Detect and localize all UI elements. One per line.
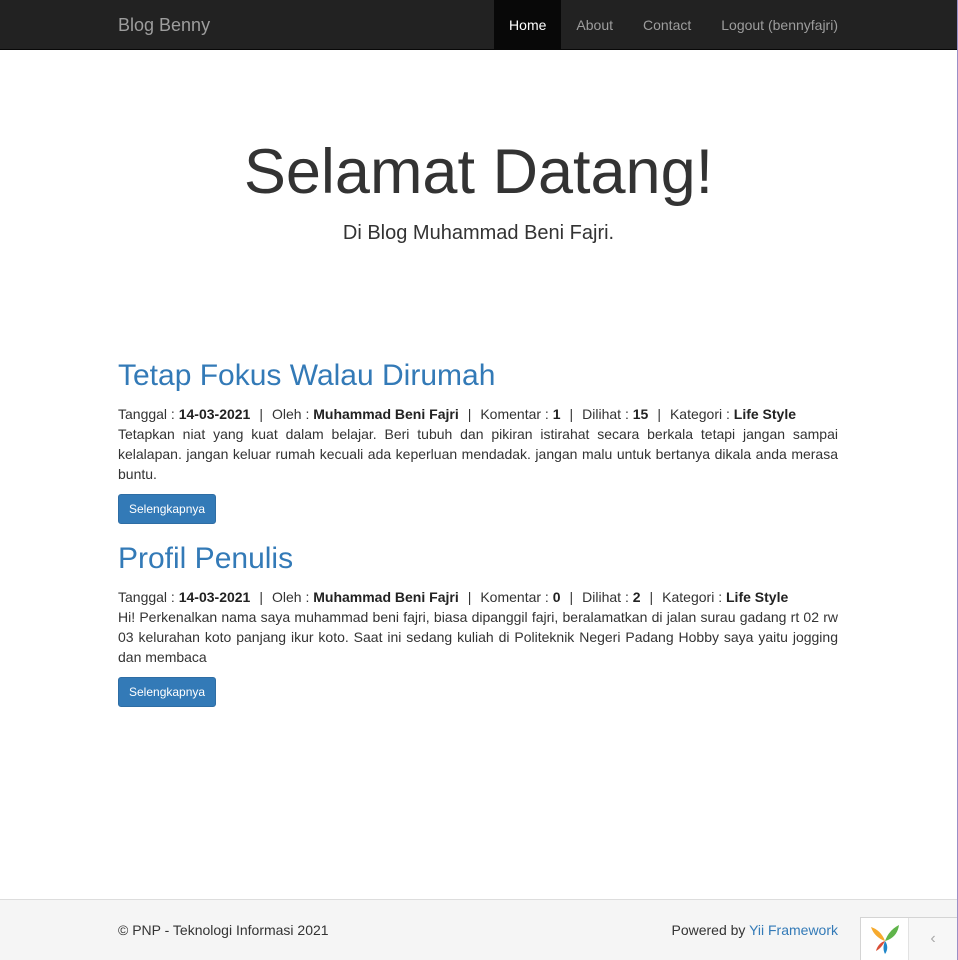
nav-about[interactable]: About — [561, 0, 628, 50]
meta-oleh-label: Oleh : — [271, 406, 310, 422]
meta-komentar-label: Komentar : — [480, 589, 549, 605]
meta-tanggal-label: Tanggal : — [118, 406, 175, 422]
read-more-button[interactable]: Selengkapnya — [118, 494, 217, 524]
meta-oleh: Muhammad Beni Fajri — [313, 589, 459, 605]
nav-home[interactable]: Home — [494, 0, 562, 50]
meta-tanggal: 14-03-2021 — [178, 406, 251, 422]
meta-kategori-label: Kategori : — [669, 406, 730, 422]
meta-separator: | — [649, 589, 654, 605]
post-meta: Tanggal : 14-03-2021 | Oleh : Muhammad Ben… — [118, 587, 838, 607]
meta-oleh: Muhammad Beni Fajri — [313, 406, 459, 422]
meta-separator: | — [259, 406, 263, 422]
post-item: Profil Penulis Tanggal : 14-03-2021 | Oleh… — [118, 538, 838, 707]
meta-separator: | — [657, 406, 661, 422]
post-excerpt: Hi! Perkenalkan nama saya muhammad beni … — [118, 609, 838, 665]
meta-separator: | — [467, 406, 472, 422]
meta-dilihat-label: Dilihat : — [582, 406, 629, 422]
yii-framework-link[interactable]: Yii Framework — [749, 922, 838, 938]
footer: © PNP - Teknologi Informasi 2021 Powered… — [0, 899, 957, 960]
meta-kategori: Life Style — [733, 406, 797, 422]
meta-kategori: Life Style — [726, 589, 789, 605]
main-nav: Home About Contact Logout (bennyfajri) — [494, 0, 853, 50]
footer-copyright: © PNP - Teknologi Informasi 2021 — [118, 922, 329, 938]
post-meta: Tanggal : 14-03-2021 | Oleh : Muhammad Ben… — [118, 404, 838, 424]
meta-kategori-label: Kategori : — [662, 589, 723, 605]
yii-logo-icon[interactable] — [861, 918, 909, 960]
nav-logout[interactable]: Logout (bennyfajri) — [706, 0, 853, 50]
debug-toolbar: ‹ — [860, 917, 957, 960]
meta-separator: | — [569, 406, 574, 422]
meta-dilihat: 2 — [632, 589, 641, 605]
post-item: Tetap Fokus Walau Dirumah Tanggal : 14-0… — [118, 355, 838, 524]
powered-by-text: Powered by — [671, 922, 746, 938]
jumbotron-title: Selamat Datang! — [243, 137, 714, 207]
meta-separator: | — [569, 589, 574, 605]
meta-tanggal: 14-03-2021 — [178, 589, 251, 605]
brand-link[interactable]: Blog Benny — [118, 0, 210, 50]
meta-separator: | — [467, 589, 472, 605]
meta-komentar: 0 — [552, 589, 561, 605]
meta-separator: | — [259, 589, 263, 605]
nav-contact[interactable]: Contact — [628, 0, 706, 50]
meta-dilihat-label: Dilihat : — [582, 589, 629, 605]
meta-komentar-label: Komentar : — [480, 406, 549, 422]
meta-dilihat: 15 — [632, 406, 649, 422]
jumbotron-lead: Di Blog Muhammad Beni Fajri. — [342, 222, 615, 244]
read-more-button[interactable]: Selengkapnya — [118, 677, 217, 707]
post-title-link[interactable]: Tetap Fokus Walau Dirumah — [118, 355, 495, 397]
footer-powered: Powered by Yii Framework — [671, 920, 838, 940]
post-excerpt: Tetapkan niat yang kuat dalam belajar. B… — [118, 426, 838, 482]
meta-tanggal-label: Tanggal : — [118, 589, 175, 605]
chevron-left-icon[interactable]: ‹ — [909, 918, 957, 960]
navbar: Blog Benny Home About Contact Logout (be… — [0, 0, 957, 50]
meta-komentar: 1 — [552, 406, 561, 422]
post-title-link[interactable]: Profil Penulis — [118, 538, 293, 580]
meta-oleh-label: Oleh : — [271, 589, 310, 605]
